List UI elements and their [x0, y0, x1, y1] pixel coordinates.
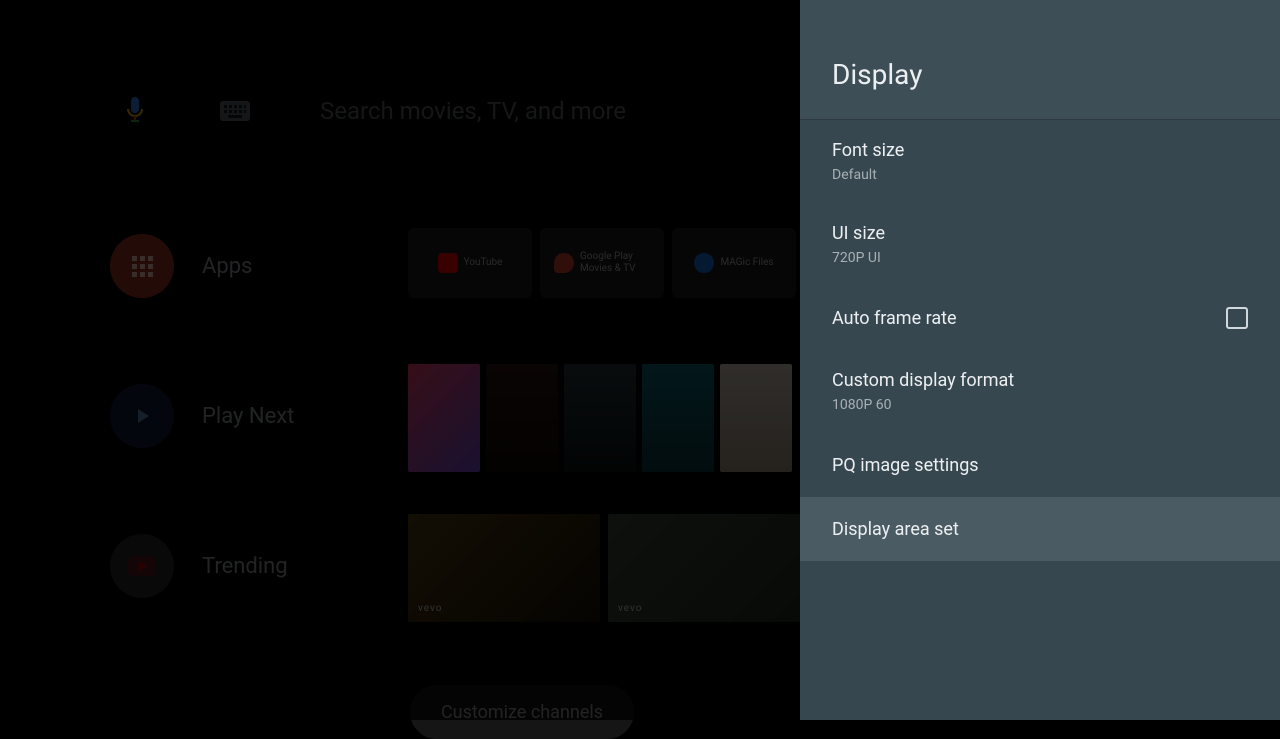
setting-value: Default [832, 167, 904, 183]
checkbox-icon[interactable] [1226, 307, 1248, 329]
setting-display-area-set[interactable]: Display area set [800, 497, 1280, 561]
setting-font-size[interactable]: Font size Default [800, 120, 1280, 203]
panel-title: Display [832, 58, 922, 91]
display-settings-panel: Display Font size Default UI size 720P U… [800, 0, 1280, 720]
setting-custom-display-format[interactable]: Custom display format 1080P 60 [800, 350, 1280, 433]
setting-value: 1080P 60 [832, 397, 1014, 413]
setting-label: PQ image settings [832, 455, 979, 476]
setting-label: Custom display format [832, 370, 1014, 391]
setting-label: Auto frame rate [832, 308, 957, 329]
setting-pq-image[interactable]: PQ image settings [800, 433, 1280, 497]
setting-label: UI size [832, 223, 885, 244]
setting-ui-size[interactable]: UI size 720P UI [800, 203, 1280, 286]
panel-header: Display [800, 0, 1280, 120]
setting-label: Font size [832, 140, 904, 161]
setting-value: 720P UI [832, 250, 885, 266]
setting-auto-frame-rate[interactable]: Auto frame rate [800, 286, 1280, 350]
setting-label: Display area set [832, 519, 959, 540]
